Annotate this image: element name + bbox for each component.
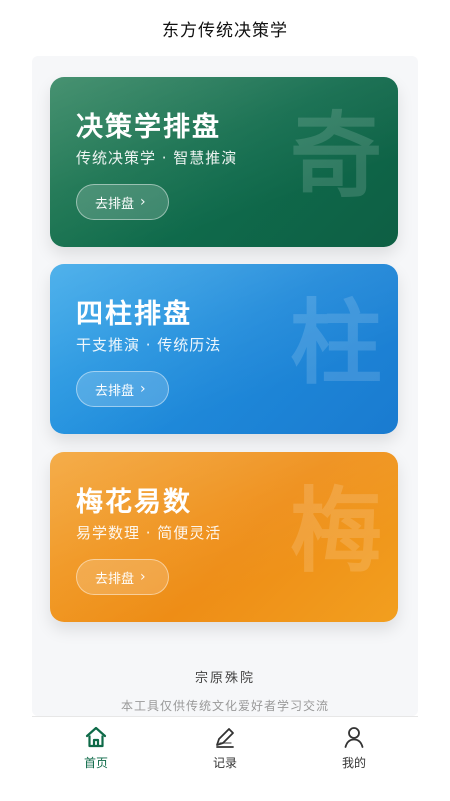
app-header: 东方传统决策学 bbox=[0, 0, 450, 56]
go-paipan-button[interactable]: 去排盘 › bbox=[76, 559, 169, 595]
nav-label: 记录 bbox=[212, 756, 237, 770]
footer-disclaimer: 本工具仅供传统文化爱好者学习交流 bbox=[120, 699, 329, 713]
card-title: 四柱排盘 bbox=[76, 299, 192, 330]
nav-label: 我的 bbox=[341, 756, 366, 770]
card-subtitle: 干支推演 · 传统历法 bbox=[76, 336, 222, 354]
card-subtitle: 易学数理 · 简便灵活 bbox=[76, 524, 222, 542]
page-title: 东方传统决策学 bbox=[162, 20, 288, 41]
card-title: 决策学排盘 bbox=[76, 112, 221, 143]
nav-item-me[interactable]: 我的 bbox=[290, 717, 418, 801]
go-paipan-button-label: 去排盘 bbox=[95, 383, 135, 399]
go-paipan-button-label: 去排盘 bbox=[95, 571, 135, 587]
chevron-right-icon: › bbox=[140, 381, 146, 397]
nav-item-record[interactable]: 记录 bbox=[161, 717, 289, 801]
card-watermark: 柱 bbox=[289, 290, 382, 397]
chevron-right-icon: › bbox=[140, 194, 146, 210]
bottom-nav: 首页 记录 我的 bbox=[32, 716, 418, 801]
card-meihua[interactable]: 梅 梅花易数 易学数理 · 简便灵活 去排盘 › bbox=[50, 452, 398, 622]
nav-item-home[interactable]: 首页 bbox=[32, 717, 160, 801]
card-watermark: 梅 bbox=[289, 478, 382, 585]
card-watermark: 奇 bbox=[289, 103, 382, 210]
chevron-right-icon: › bbox=[140, 569, 146, 585]
go-paipan-button[interactable]: 去排盘 › bbox=[76, 371, 169, 407]
card-title: 梅花易数 bbox=[76, 487, 192, 518]
nav-label: 首页 bbox=[83, 756, 108, 770]
go-paipan-button-label: 去排盘 bbox=[95, 196, 135, 212]
card-sizhu[interactable]: 柱 四柱排盘 干支推演 · 传统历法 去排盘 › bbox=[50, 264, 398, 434]
user-icon bbox=[344, 727, 364, 748]
edit-icon bbox=[216, 728, 234, 748]
card-qimen[interactable]: 奇 决策学排盘 传统决策学 · 智慧推演 去排盘 › bbox=[50, 77, 398, 247]
go-paipan-button[interactable]: 去排盘 › bbox=[76, 184, 169, 220]
footer-name: 宗原殊院 bbox=[194, 671, 255, 686]
home-icon bbox=[85, 726, 107, 748]
card-subtitle: 传统决策学 · 智慧推演 bbox=[76, 149, 238, 167]
